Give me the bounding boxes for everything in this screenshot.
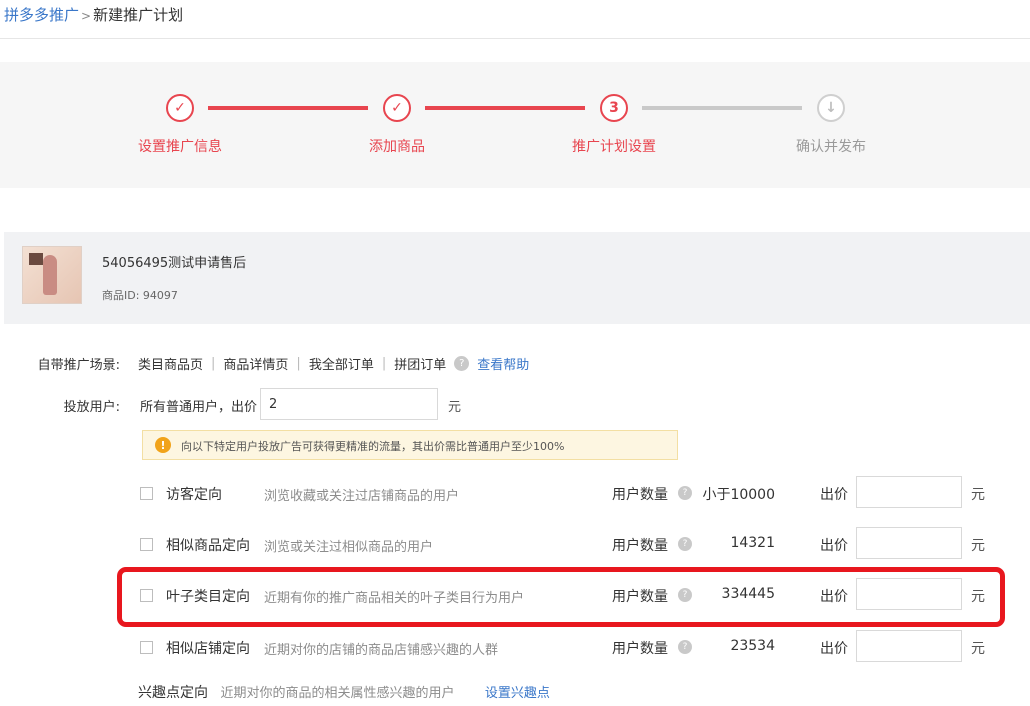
info-icon[interactable]: ? (678, 537, 692, 551)
target-desc: 浏览或关注过相似商品的用户 (264, 540, 434, 555)
warning-banner: ! 向以下特定用户投放广告可获得更精准的流量，其出价需比普通用户至少100% (142, 430, 678, 460)
resource-separator: | (381, 356, 387, 371)
target-desc: 近期对你的店铺的商品店铺感兴趣的人群 (264, 643, 499, 658)
user-count-label: 用户数量 (612, 487, 668, 503)
bid-label: 出价 (820, 641, 848, 657)
step-4-label: 确认并发布 (796, 139, 866, 155)
step-3-label: 推广计划设置 (572, 139, 656, 155)
user-count-value: 14321 (730, 535, 775, 551)
resource-separator: | (296, 356, 301, 371)
interest-desc: 近期对你的商品的相关属性感兴趣的用户 (220, 686, 455, 701)
thumbnail-logo-shape (29, 253, 43, 265)
bid-unit: 元 (971, 641, 985, 657)
breadcrumb-current: 新建推广计划 (93, 6, 184, 24)
resource-item: 商品详情页 (223, 358, 289, 373)
product-thumbnail (22, 246, 82, 304)
view-help-link[interactable]: 查看帮助 (477, 354, 529, 373)
target-name: 访客定向 (166, 487, 222, 503)
step-connector-1 (208, 106, 368, 110)
base-bid-input[interactable] (260, 388, 438, 420)
target-row-visitor: 访客定向 浏览收藏或关注过店铺商品的用户 用户数量 ? 小于10000 出价 元 (120, 470, 1000, 520)
set-interest-link[interactable]: 设置兴趣点 (485, 686, 550, 701)
resource-label: 自带推广场景: (37, 358, 120, 373)
top-divider (0, 38, 1030, 39)
bid-label: 出价 (820, 538, 848, 554)
resource-item: 类目商品页 (138, 358, 204, 373)
warning-text: 向以下特定用户投放广告可获得更精准的流量，其出价需比普通用户至少100% (181, 440, 565, 453)
thumbnail-figure-shape (43, 255, 57, 295)
base-bid-label: 投放用户: (63, 400, 120, 415)
info-icon[interactable]: ? (678, 486, 692, 500)
steps-panel (0, 62, 1030, 188)
step-1-label: 设置推广信息 (138, 139, 222, 155)
target-checkbox[interactable] (140, 538, 153, 551)
help-icon[interactable]: ? (454, 356, 470, 371)
step-2-check-icon: ✓ (383, 94, 411, 122)
breadcrumb-separator: > (81, 9, 92, 23)
product-title: 54056495测试申请售后 (102, 256, 247, 271)
resource-list: 类目商品页 | 商品详情页 | 我全部订单 | 拼团订单 ? 查看帮助 (138, 354, 529, 373)
bid-input[interactable] (856, 630, 962, 662)
bid-input[interactable] (856, 476, 962, 508)
bid-unit: 元 (971, 487, 985, 503)
bid-label: 出价 (820, 487, 848, 503)
user-count-value: 23534 (730, 638, 775, 654)
step-1-check-icon: ✓ (166, 94, 194, 122)
step-connector-3 (642, 106, 802, 110)
target-desc: 浏览收藏或关注过店铺商品的用户 (264, 489, 460, 504)
product-id: 商品ID: 94097 (102, 289, 178, 302)
step-2-label: 添加商品 (369, 139, 425, 155)
resource-item: 我全部订单 (308, 358, 374, 373)
step-4-download-icon: ↓ (817, 94, 845, 122)
target-checkbox[interactable] (140, 641, 153, 654)
base-bid-prefix: 所有普通用户，出价 (140, 400, 258, 415)
interest-row: 兴趣点定向 近期对你的商品的相关属性感兴趣的用户 设置兴趣点 (138, 682, 550, 702)
user-count-label: 用户数量 (612, 538, 668, 554)
user-count-label: 用户数量 (612, 641, 668, 657)
target-name: 相似店铺定向 (166, 641, 250, 657)
resource-item: 拼团订单 (394, 358, 447, 373)
step-3-number-icon: 3 (600, 94, 628, 122)
user-count-value: 小于10000 (702, 487, 775, 503)
target-row-similar-goods: 相似商品定向 浏览或关注过相似商品的用户 用户数量 ? 14321 出价 元 (120, 521, 1000, 571)
target-name: 相似商品定向 (166, 538, 250, 554)
step-connector-2 (425, 106, 585, 110)
bid-input[interactable] (856, 527, 962, 559)
breadcrumb: 拼多多推广 > 新建推广计划 (4, 4, 183, 25)
base-bid-unit: 元 (448, 400, 462, 415)
interest-name: 兴趣点定向 (138, 685, 208, 701)
bid-unit: 元 (971, 538, 985, 554)
resource-separator: | (211, 356, 216, 371)
product-card (4, 232, 1030, 324)
target-row-similar-shop: 相似店铺定向 近期对你的店铺的商品店铺感兴趣的人群 用户数量 ? 23534 出… (120, 624, 1000, 674)
info-icon[interactable]: ? (678, 640, 692, 654)
target-checkbox[interactable] (140, 487, 153, 500)
warning-icon: ! (155, 437, 171, 453)
breadcrumb-parent-link[interactable]: 拼多多推广 (4, 6, 79, 24)
highlight-box (117, 567, 1005, 627)
